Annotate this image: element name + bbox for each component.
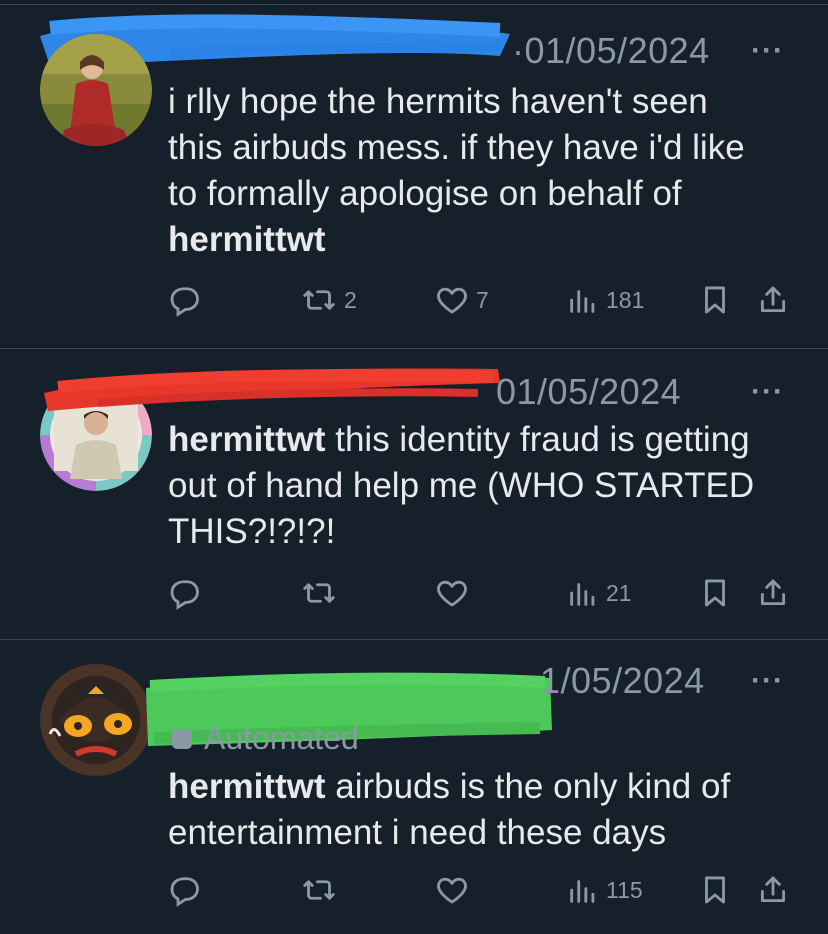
share-button[interactable] — [756, 282, 790, 318]
mention[interactable]: hermittwt — [168, 420, 326, 459]
more-icon[interactable]: ··· — [751, 34, 784, 68]
tweet-date[interactable]: ·01/05/2024 — [512, 30, 710, 72]
views-count: 181 — [606, 286, 645, 313]
retweet-count: 2 — [344, 286, 357, 313]
avatar[interactable] — [40, 34, 152, 146]
mention[interactable]: hermittwt — [168, 220, 326, 259]
views-button[interactable]: 115 — [566, 872, 643, 908]
like-icon — [437, 877, 467, 904]
retweet-button[interactable]: 2 — [300, 282, 357, 318]
bookmark-button[interactable] — [698, 872, 732, 908]
reply-icon — [170, 287, 199, 317]
tweet-date[interactable]: 01/05/2024 — [496, 371, 681, 413]
bookmark-icon — [705, 876, 725, 904]
like-icon — [437, 580, 467, 607]
views-icon — [570, 290, 595, 313]
like-button[interactable]: 7 — [434, 282, 489, 318]
views-button[interactable]: 21 — [566, 575, 632, 611]
like-icon — [437, 287, 467, 314]
share-button[interactable] — [756, 872, 790, 908]
tweet-1[interactable]: ·01/05/2024 ··· i rlly hope the hermits … — [0, 0, 828, 348]
views-icon — [570, 880, 595, 903]
reply-button[interactable] — [166, 282, 202, 318]
like-count: 7 — [476, 286, 489, 313]
views-count: 21 — [606, 579, 632, 606]
retweet-button[interactable] — [300, 872, 338, 908]
retweet-icon — [303, 880, 335, 900]
tweet-text: hermittwt this identity fraud is getting… — [168, 420, 755, 551]
tweet-2[interactable]: 01/05/2024 ··· hermittwt this identity f… — [0, 349, 828, 639]
like-button[interactable] — [434, 872, 470, 908]
retweet-icon — [303, 290, 335, 310]
bookmark-button[interactable] — [698, 575, 732, 611]
more-icon[interactable]: ··· — [751, 664, 784, 698]
share-icon — [760, 876, 786, 903]
bookmark-button[interactable] — [698, 282, 732, 318]
share-button[interactable] — [756, 575, 790, 611]
share-icon — [760, 286, 786, 313]
views-count: 115 — [606, 876, 643, 903]
mention[interactable]: hermittwt — [168, 767, 326, 806]
retweet-icon — [303, 583, 335, 603]
tweet-date[interactable]: 1/05/2024 — [540, 660, 705, 702]
reply-icon — [170, 580, 199, 610]
bookmark-icon — [705, 286, 725, 314]
tweet-3[interactable]: 1/05/2024 ··· Automated hermittwt airbud… — [0, 640, 828, 934]
action-bar: 21 — [0, 575, 828, 619]
reply-icon — [170, 877, 199, 907]
share-icon — [760, 579, 786, 606]
tweet-text: i rlly hope the hermits haven't seen thi… — [168, 82, 745, 259]
reply-button[interactable] — [166, 575, 202, 611]
bookmark-icon — [705, 579, 725, 607]
views-icon — [570, 583, 595, 606]
date-separator: · — [512, 30, 525, 71]
automated-label: Automated — [172, 720, 359, 757]
like-button[interactable] — [434, 575, 470, 611]
reply-button[interactable] — [166, 872, 202, 908]
bot-icon — [172, 728, 192, 749]
action-bar: 115 — [0, 872, 828, 916]
views-button[interactable]: 181 — [566, 282, 644, 318]
retweet-button[interactable] — [300, 575, 338, 611]
avatar[interactable] — [40, 664, 152, 776]
action-bar: 2 7 181 — [0, 282, 828, 326]
tweet-text: hermittwt airbuds is the only kind of en… — [168, 767, 731, 852]
username-redaction — [44, 368, 500, 411]
more-icon[interactable]: ··· — [751, 375, 784, 409]
